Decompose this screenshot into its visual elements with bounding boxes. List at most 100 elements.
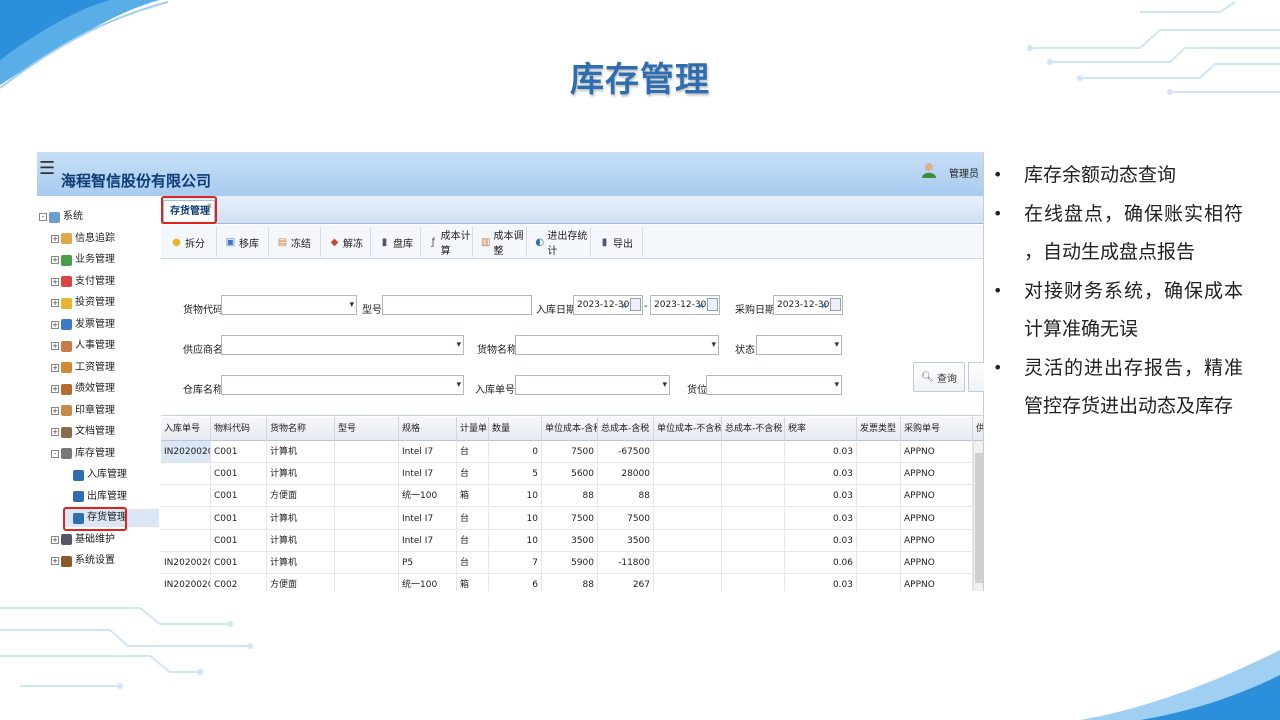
sidebar-item[interactable]: + 文档管理 (51, 423, 115, 441)
warehouse-select[interactable]: ▾ (221, 375, 464, 395)
column-header[interactable]: 发票类型 (857, 417, 901, 441)
table-cell (335, 441, 399, 463)
expand-icon[interactable]: + (51, 535, 59, 544)
clear-icon[interactable]: ✕ (619, 298, 629, 312)
column-header[interactable]: 入库单号 (161, 417, 211, 441)
toolbar-button[interactable]: ◐ 进出存统计 (527, 227, 591, 257)
clear-icon[interactable]: ✕ (819, 298, 829, 312)
collapse-icon[interactable]: - (51, 449, 59, 458)
table-row[interactable]: C001 计算机 Intel I7 台 5 5600 28000 0.03 APPNO (161, 463, 973, 486)
sidebar-item[interactable]: + 业务管理 (51, 251, 115, 269)
sidebar-item-label: 发票管理 (75, 318, 115, 330)
sidebar-item[interactable]: - 系统 (39, 208, 83, 226)
reset-button[interactable] (968, 362, 984, 392)
column-header[interactable]: 总成本-含税 (598, 417, 654, 441)
sidebar-item[interactable]: + 绩效管理 (51, 380, 115, 398)
table-row[interactable]: IN202002000C001计算机 Intel I7台07500-67500 0.… (161, 441, 973, 463)
folder-icon (61, 448, 72, 459)
sidebar-item[interactable]: + 基础维护 (51, 531, 115, 549)
column-header[interactable]: 型号 (335, 417, 399, 441)
sidebar-item-label: 支付管理 (75, 275, 115, 287)
scrollbar-thumb[interactable] (975, 453, 983, 583)
expand-icon[interactable]: + (51, 363, 59, 372)
label-goods-code: 货物代码 (183, 305, 223, 316)
model-input[interactable] (382, 295, 532, 315)
sidebar-item[interactable]: + 投资管理 (51, 294, 115, 312)
location-select[interactable]: ▾ (706, 375, 842, 395)
calendar-icon[interactable] (630, 298, 641, 311)
sidebar-item[interactable]: + 信息追踪 (51, 230, 115, 248)
table-row[interactable]: IN202002000C002方便面 统一100箱688267 0.03 APPNO (161, 574, 973, 591)
expand-icon[interactable]: + (51, 385, 59, 393)
supplier-select[interactable]: ▾ (221, 335, 464, 355)
purchase-date-input[interactable]: 2023-12-30 ✕ (773, 295, 843, 315)
table-row[interactable]: IN202002000C001计算机 P5台75900-11800 0.06 APPN… (161, 552, 973, 574)
expand-icon[interactable]: + (51, 320, 59, 329)
sidebar-item[interactable]: 出库管理 (63, 488, 127, 506)
sidebar-item[interactable]: + 支付管理 (51, 273, 115, 291)
collapse-icon[interactable]: - (39, 213, 47, 221)
toolbar-button[interactable]: ƒ 成本计算 (421, 227, 473, 257)
calendar-icon[interactable] (707, 298, 718, 311)
column-header[interactable]: 单位成本-含税 (542, 417, 598, 441)
toolbar-button[interactable]: ▤ 冻结 (269, 227, 321, 257)
column-header[interactable]: 规格 (399, 417, 457, 441)
expand-icon[interactable]: + (51, 234, 59, 243)
expand-icon[interactable]: + (51, 428, 59, 436)
table-row[interactable]: C001 方便面 统一100 箱 10 88 88 0.03 APPNO (161, 485, 973, 508)
table-row[interactable]: C001 计算机 Intel I7 台 10 7500 7500 0.03 APPNO (161, 507, 973, 530)
sidebar-item[interactable]: + 工资管理 (51, 359, 115, 377)
table-cell (654, 485, 722, 508)
in-date-from[interactable]: 2023-12-30 ✕ (573, 295, 643, 315)
sidebar-item[interactable]: 入库管理 (63, 466, 127, 484)
table-cell: 台 (457, 463, 489, 486)
toolbar-button[interactable]: ▮ 盘库 (371, 227, 421, 257)
toolbar-button[interactable]: ● 拆分 (163, 227, 217, 257)
feature-bullet: 灵活的进出存报告，精准管控存货进出动态及库存 (993, 349, 1243, 426)
column-header[interactable]: 采购单号 (901, 417, 973, 441)
goods-code-select[interactable]: ▾ (221, 295, 357, 315)
calendar-icon[interactable] (830, 298, 841, 311)
folder-icon (61, 233, 72, 244)
goods-name-select[interactable]: ▾ (515, 335, 719, 355)
column-header[interactable]: 计量单 (457, 417, 489, 441)
folder-icon (49, 211, 60, 223)
column-header[interactable]: 数量 (489, 417, 542, 441)
table-cell: 计算机 (267, 441, 335, 463)
toolbar-button[interactable]: ▣ 移库 (217, 227, 269, 257)
sidebar-item[interactable]: + 人事管理 (51, 337, 115, 355)
column-header[interactable]: 总成本-不含税 (722, 417, 785, 441)
clear-icon[interactable]: ✕ (696, 298, 706, 312)
in-date-to[interactable]: 2023-12-30 ✕ (650, 295, 720, 315)
table-cell: 计算机 (267, 507, 335, 530)
sidebar-item[interactable]: - 库存管理 (51, 445, 115, 463)
expand-icon[interactable]: + (51, 406, 59, 415)
menu-icon[interactable]: ☰ (39, 160, 55, 178)
column-header[interactable]: 税率 (785, 417, 857, 441)
toolbar-button[interactable]: ▮ 导出 (591, 227, 643, 257)
expand-icon[interactable]: + (51, 256, 59, 264)
expand-icon[interactable]: + (51, 342, 59, 350)
expand-icon[interactable]: + (51, 557, 59, 565)
toolbar-button[interactable]: ▥ 成本调整 (473, 227, 527, 257)
expand-icon[interactable]: + (51, 299, 59, 307)
company-name: 海程智信股份有限公司 (61, 172, 212, 190)
toolbar-button[interactable]: ◆ 解冻 (321, 227, 371, 257)
column-header[interactable]: 单位成本-不含税 (654, 417, 722, 441)
toolbar-icon: ▥ (481, 236, 491, 248)
column-header[interactable]: 货物名称 (267, 417, 335, 441)
column-header[interactable]: 物料代码 (211, 417, 267, 441)
vertical-scrollbar[interactable] (973, 441, 983, 591)
search-button[interactable]: 🔍︎ 查询 (913, 362, 965, 392)
in-no-select[interactable]: ▾ (515, 375, 670, 395)
sidebar-item[interactable]: + 印章管理 (51, 402, 115, 420)
toolbar-button-label: 解冻 (343, 238, 363, 250)
column-header[interactable]: 供 (973, 417, 983, 441)
user-name[interactable]: 管理员 (949, 165, 979, 180)
table-row[interactable]: C001 计算机 Intel I7 台 10 3500 3500 0.03 APPNO (161, 529, 973, 552)
status-select[interactable]: ▾ (756, 335, 842, 355)
expand-icon[interactable]: + (51, 277, 59, 286)
sidebar-item[interactable]: + 发票管理 (51, 316, 115, 334)
sidebar-item[interactable]: + 系统设置 (51, 552, 115, 570)
table-cell: 5600 (542, 463, 598, 486)
